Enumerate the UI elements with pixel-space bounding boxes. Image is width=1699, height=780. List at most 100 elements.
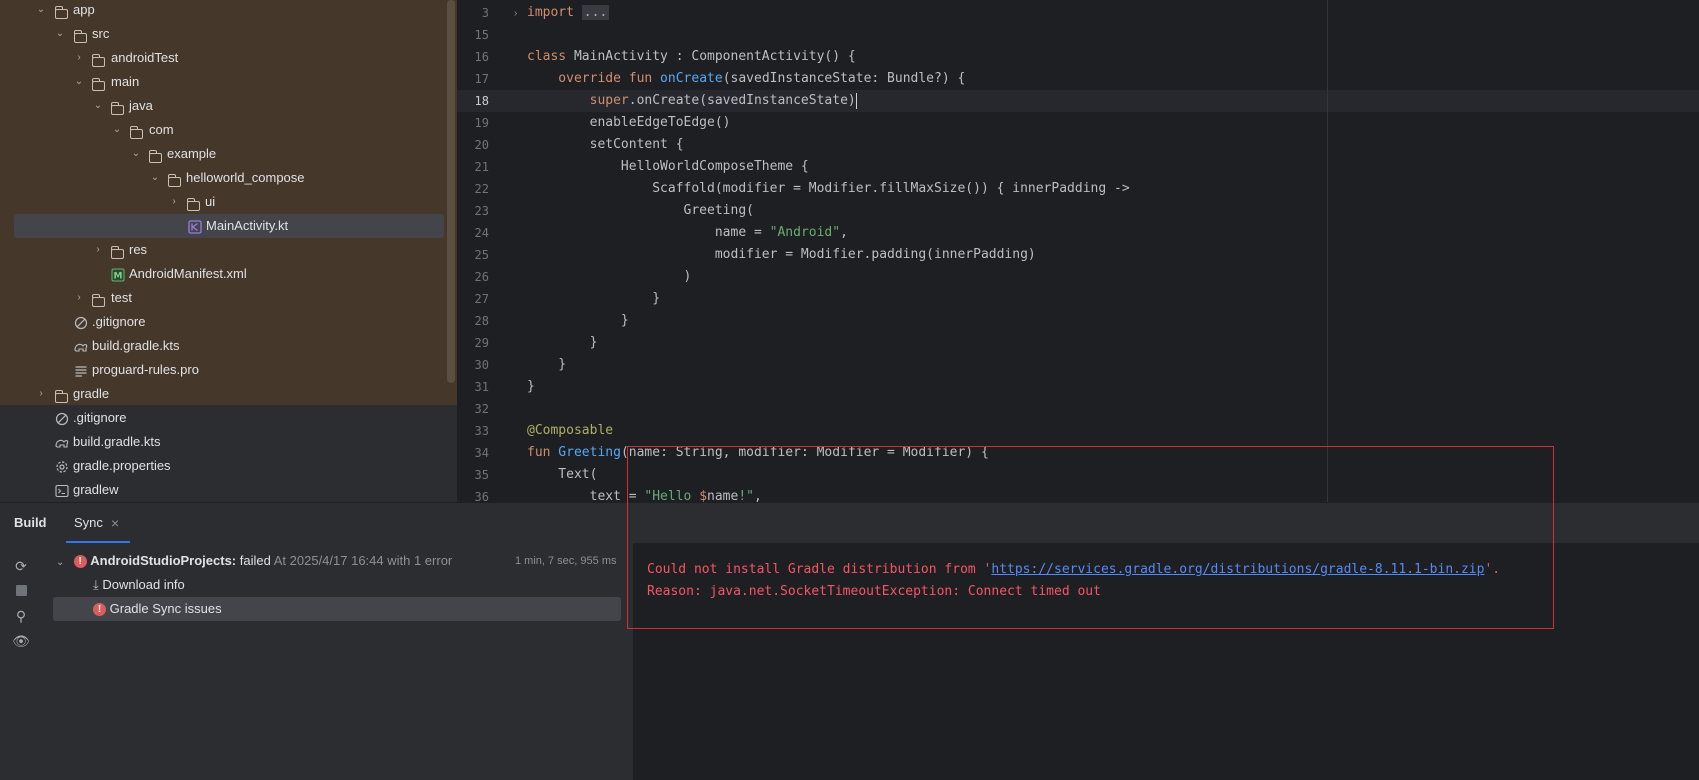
chevron-down-icon[interactable]: ⌄ (34, 0, 48, 22)
tree-item-app[interactable]: ⌄ app (0, 0, 440, 22)
ignore-file-icon (74, 314, 88, 330)
tree-item-build-gradle-root[interactable]: build.gradle.kts (0, 430, 440, 454)
fold-chevron-icon[interactable]: › (514, 8, 517, 19)
chevron-right-icon[interactable]: › (91, 238, 105, 262)
chevron-right-icon[interactable]: › (72, 286, 86, 310)
code-line-23[interactable]: Greeting( (527, 200, 754, 222)
code-line-29[interactable]: } (527, 332, 598, 354)
close-tab-icon[interactable]: × (111, 513, 119, 533)
chevron-down-icon[interactable]: ⌄ (110, 118, 124, 142)
code-line-35[interactable]: Text( (527, 464, 597, 486)
tree-scrollbar[interactable] (447, 0, 455, 383)
tree-item-gradle-properties[interactable]: gradle.properties (0, 454, 440, 478)
code-line-20[interactable]: setContent { (527, 134, 684, 156)
code-line-30[interactable]: } (527, 354, 566, 376)
kotlin-file-icon (188, 218, 202, 234)
tree-item-gradle[interactable]: › gradle (0, 382, 440, 406)
line-number: 17 (474, 72, 489, 86)
code-editor[interactable]: 3 15 16 17 18 19 20 21 22 23 24 25 26 27… (457, 0, 1699, 502)
chevron-down-icon[interactable]: ⌄ (56, 551, 70, 575)
folder-icon (92, 291, 106, 307)
chevron-down-icon[interactable]: ⌄ (148, 166, 162, 190)
tree-item-test[interactable]: › test (0, 286, 440, 310)
code-line-33[interactable]: @Composable (527, 420, 613, 442)
code-line-19[interactable]: enableEdgeToEdge() (527, 112, 731, 134)
folder-icon (111, 243, 125, 259)
tree-item-helloworld-compose[interactable]: ⌄ helloworld_compose (0, 166, 440, 190)
code-line-31[interactable]: } (527, 376, 535, 398)
line-number: 31 (474, 380, 489, 394)
build-result-row[interactable]: ⌄ ! AndroidStudioProjects: failed At 202… (56, 549, 452, 573)
tree-item-com[interactable]: ⌄ com (0, 118, 440, 142)
download-icon: ⤓ (93, 577, 99, 592)
tree-item-gitignore-root[interactable]: .gitignore (0, 406, 440, 430)
chevron-down-icon[interactable]: ⌄ (129, 142, 143, 166)
error-icon: ! (93, 603, 106, 617)
pin-icon[interactable]: ⚲ (12, 607, 30, 625)
svg-text:M: M (114, 272, 123, 282)
folded-imports[interactable]: ... (581, 5, 610, 20)
line-number: 3 (481, 6, 489, 20)
text-file-icon (74, 362, 88, 377)
line-number: 28 (474, 314, 489, 328)
tree-item-java[interactable]: ⌄ java (0, 94, 440, 118)
line-number: 29 (474, 336, 489, 350)
code-line-16[interactable]: class MainActivity : ComponentActivity()… (527, 46, 856, 68)
chevron-down-icon[interactable]: ⌄ (72, 70, 86, 94)
line-number-current: 18 (474, 94, 489, 108)
tree-item-gitignore-app[interactable]: .gitignore (0, 310, 440, 334)
stop-icon[interactable] (12, 582, 30, 600)
tab-build[interactable]: Build (14, 513, 47, 533)
tab-sync[interactable]: Sync (74, 513, 103, 533)
terminal-file-icon (55, 482, 69, 498)
folder-icon (55, 3, 69, 19)
code-line-27[interactable]: } (527, 288, 660, 310)
gradle-file-icon (54, 434, 69, 448)
line-number: 19 (474, 116, 489, 130)
tree-item-src[interactable]: ⌄ src (0, 22, 440, 46)
chevron-down-icon[interactable]: ⌄ (53, 22, 67, 46)
eye-icon[interactable]: 👁 (12, 632, 30, 650)
code-line-25[interactable]: modifier = Modifier.padding(innerPadding… (527, 244, 1036, 266)
tree-item-androidtest[interactable]: › androidTest (0, 46, 440, 70)
download-info-row[interactable]: ⤓ Download info (93, 573, 185, 597)
tree-item-ui[interactable]: › ui (0, 190, 440, 214)
active-tab-indicator (66, 541, 130, 543)
chevron-down-icon[interactable]: ⌄ (91, 94, 105, 118)
folder-icon (130, 123, 144, 139)
tree-item-example[interactable]: ⌄ example (0, 142, 440, 166)
folder-icon (111, 99, 125, 115)
code-line-21[interactable]: HelloWorldComposeTheme { (527, 156, 809, 178)
line-number: 33 (474, 424, 489, 438)
tree-item-build-gradle-app[interactable]: build.gradle.kts (0, 334, 440, 358)
chevron-right-icon[interactable]: › (34, 382, 48, 406)
text-caret (855, 92, 857, 109)
code-line-24[interactable]: name = "Android", (527, 222, 848, 244)
code-line-22[interactable]: Scaffold(modifier = Modifier.fillMaxSize… (527, 178, 1129, 200)
line-number: 34 (474, 446, 489, 460)
code-line-28[interactable]: } (527, 310, 629, 332)
line-number: 20 (474, 138, 489, 152)
line-number: 22 (474, 182, 489, 196)
code-line-3[interactable]: import ... (527, 2, 610, 24)
tree-item-main[interactable]: ⌄ main (0, 70, 440, 94)
folder-icon (92, 51, 106, 67)
gradle-file-icon (73, 338, 88, 352)
line-number: 26 (474, 270, 489, 284)
code-line-17[interactable]: override fun onCreate(savedInstanceState… (527, 68, 965, 90)
tree-item-androidmanifest[interactable]: M AndroidManifest.xml (0, 262, 440, 286)
line-number: 24 (474, 226, 489, 240)
line-number: 36 (474, 490, 489, 502)
code-line-26[interactable]: ) (527, 266, 692, 288)
chevron-right-icon[interactable]: › (167, 190, 181, 214)
chevron-right-icon[interactable]: › (72, 46, 86, 70)
code-line-18[interactable]: super.onCreate(savedInstanceState) (527, 90, 857, 112)
tree-item-res[interactable]: › res (0, 238, 440, 262)
tree-item-proguard[interactable]: proguard-rules.pro (0, 358, 440, 382)
tree-item-mainactivity[interactable]: MainActivity.kt (14, 214, 444, 238)
tree-item-gradlew[interactable]: gradlew (0, 478, 440, 502)
right-margin-guide (1327, 0, 1328, 502)
line-number: 15 (474, 28, 489, 42)
sync-icon[interactable]: ⟳ (12, 557, 30, 575)
gradle-sync-issues-row[interactable]: ! Gradle Sync issues (93, 597, 222, 621)
